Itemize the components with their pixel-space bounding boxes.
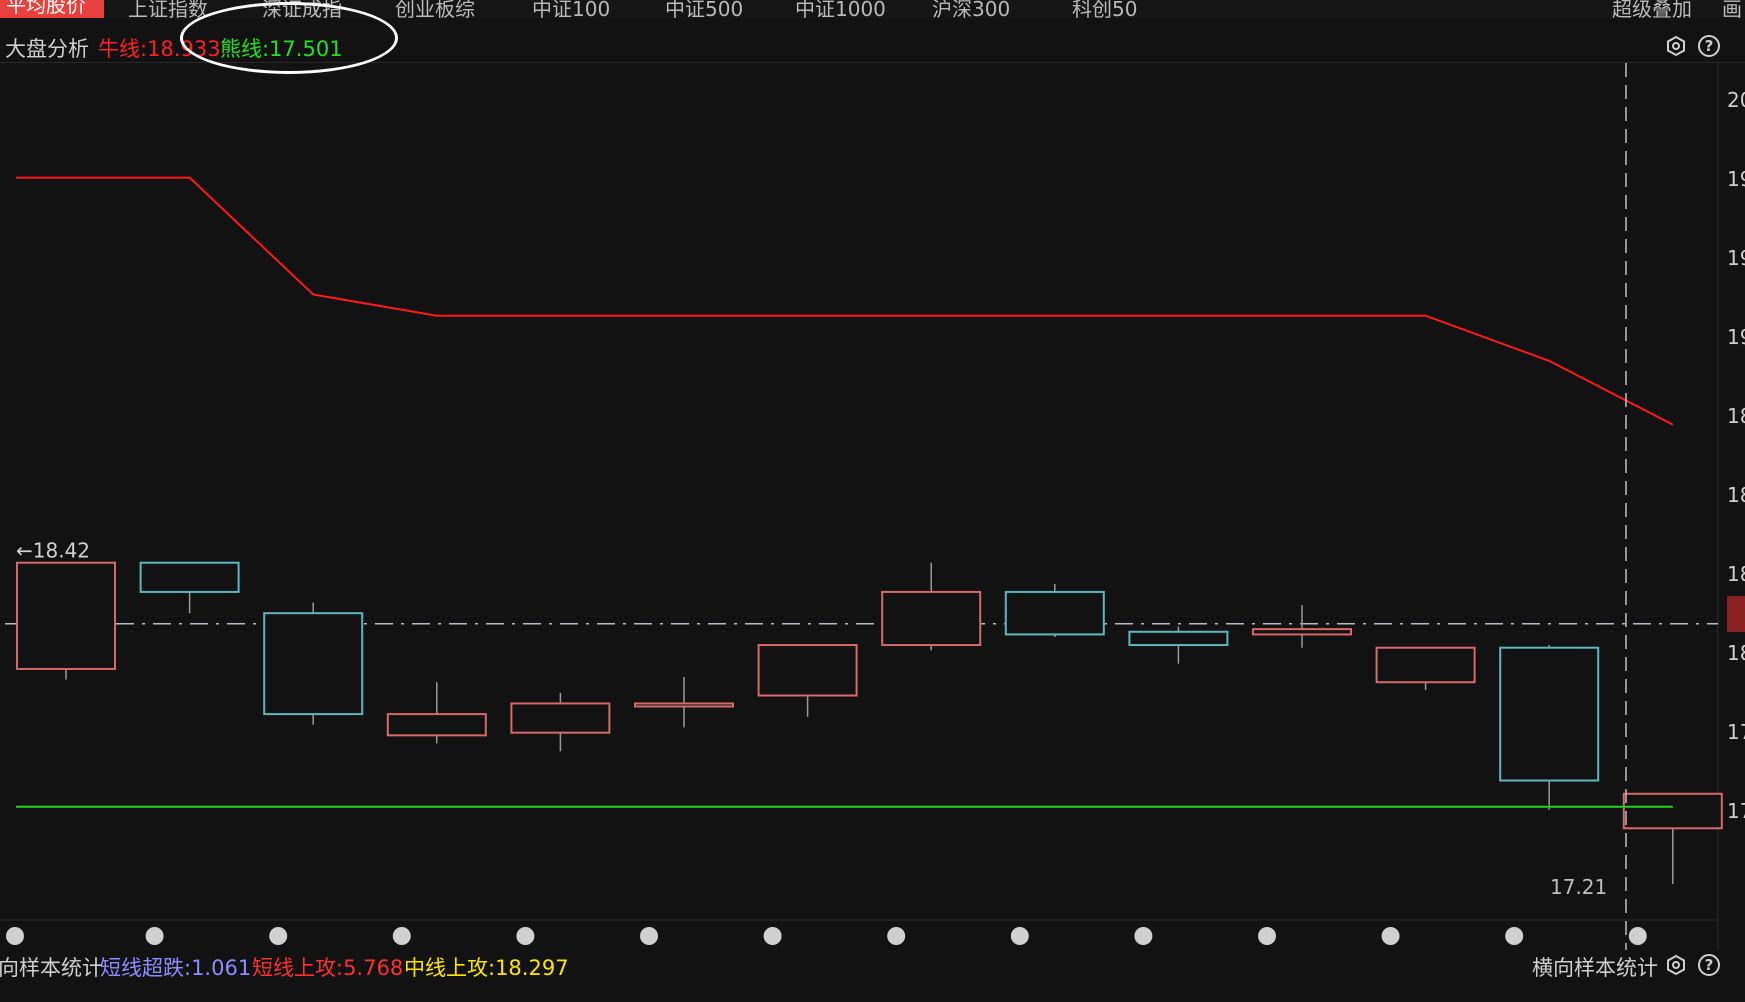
timeline-dot [516,927,535,945]
max-price-label: ←18.42 [16,539,90,563]
candle-body [510,702,611,734]
min-price-label: 17.21 [1550,875,1607,899]
vertical-sample-title: 向样本统计 [0,956,103,980]
y-tick-label: 19 [1727,246,1745,270]
timeline-dot [1258,927,1276,945]
y-tick-label: 18 [1727,404,1745,428]
panel-title: 大盘分析 [5,37,89,61]
mid-attack-value: 中线上攻:18.297 [404,956,569,980]
candle-body [263,612,364,716]
timeline-dot [1505,927,1524,945]
y-tick-label: 18 [1727,641,1745,665]
candle-body [1128,630,1229,647]
candle-body [881,590,982,647]
candle-body [16,561,116,670]
timeline-dot [392,927,411,945]
help-icon[interactable]: ? [1698,954,1720,976]
tab-7[interactable]: 沪深300 [932,0,1010,18]
candle-body [1375,646,1476,684]
y-tick-label: 17 [1727,720,1745,744]
y-tick-label: 17 [1727,799,1745,823]
tab-4[interactable]: 中证100 [532,0,610,18]
short-attack-value: 短线上攻:5.768 [252,956,404,980]
timeline-dot [763,927,782,945]
candle-body [386,713,487,737]
candle-body [634,702,734,708]
timeline-dot [887,927,906,945]
short-oversold-value: 短线超跌:1.061 [100,956,252,980]
timeline-dot [6,927,24,945]
candle-body [757,644,858,697]
timeline-dot [269,927,288,945]
candle-body [139,561,240,593]
y-tick-label: 19 [1727,167,1745,191]
settings-hexagon-icon[interactable] [1665,35,1687,57]
candlestick-chart: 20 19 19 19 18 18 18 18 17 17 ←18.42 17.21 [0,63,1745,950]
timeline-dot [1628,927,1647,945]
tab-1[interactable]: 上证指数 [128,0,208,18]
tab-6[interactable]: 中证1000 [795,0,886,18]
y-tick-label: 18 [1727,483,1745,507]
draw-button[interactable]: 画 [1722,0,1742,18]
candle-body [1622,792,1723,830]
tab-5[interactable]: 中证500 [665,0,743,18]
tab-0[interactable]: 平均股价 [0,0,104,18]
sample-stats-bar: 向样本统计 短线超跌:1.061 短线上攻:5.768 中线上攻:18.297 … [0,950,1745,984]
candle-body [1499,646,1600,782]
super-overlay-button[interactable]: 超级叠加 [1612,0,1692,18]
timeline-dot [1381,927,1400,945]
horizontal-sample-title[interactable]: 横向样本统计 [1532,952,1658,982]
tab-3[interactable]: 创业板综 [395,0,475,18]
bull-line [16,176,1674,426]
timeline-dot [640,927,658,945]
settings-hexagon-icon[interactable] [1665,954,1687,976]
y-tick-label: 20 [1727,88,1745,112]
timeline-dot [1134,927,1153,945]
timeline-dot [145,927,164,945]
help-icon[interactable]: ? [1698,35,1720,57]
candle-body [1252,628,1352,636]
candle-body [1004,590,1105,636]
y-tick-label: 18 [1727,562,1745,586]
tab-8[interactable]: 科创50 [1072,0,1137,18]
timeline-dot [1010,927,1029,945]
current-price-marker [1727,596,1745,632]
y-tick-label: 19 [1727,325,1745,349]
